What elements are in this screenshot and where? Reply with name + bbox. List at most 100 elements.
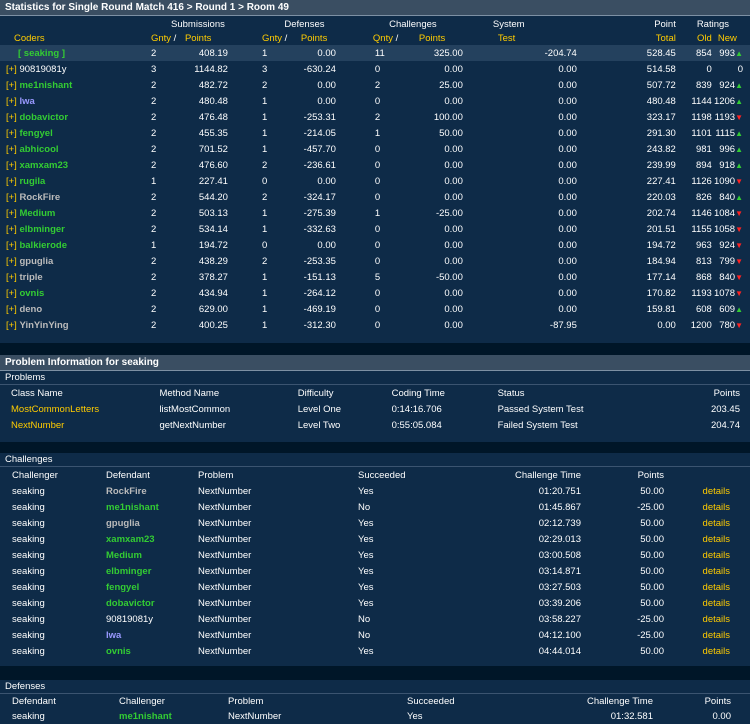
challenge-succeeded: Yes <box>358 533 374 545</box>
sub-points: 482.72 <box>198 79 228 91</box>
coder-name-link[interactable]: abhicool <box>19 144 58 155</box>
col-ch-qnty[interactable]: Qnty / <box>373 31 415 45</box>
expand-icon[interactable]: [+] <box>6 176 17 187</box>
submissions-group: Submissions <box>171 18 225 30</box>
col-ch-points[interactable]: Points <box>415 31 493 45</box>
details-link[interactable]: details <box>679 483 750 499</box>
details-link[interactable]: details <box>679 499 750 515</box>
col-system-test[interactable]: Test <box>493 31 592 45</box>
coder-name-link[interactable]: YinYinYing <box>19 320 68 331</box>
col-def-succeeded: Succeeded <box>407 696 455 707</box>
defendant-name-link[interactable]: me1nishant <box>94 499 188 515</box>
col-point-total[interactable]: Total <box>592 31 676 45</box>
ch-points: 50.00 <box>439 127 463 139</box>
expand-icon[interactable]: [+] <box>6 144 17 155</box>
def-points: -469.19 <box>303 303 336 315</box>
defendant-name-link[interactable]: gpuglia <box>94 515 188 531</box>
coder-name-link[interactable]: Medium <box>19 208 55 219</box>
coder-name-link[interactable]: deno <box>19 304 42 315</box>
ch-qnty: 0 <box>374 63 381 75</box>
problem-class-link[interactable]: MostCommonLetters <box>0 401 154 417</box>
details-link[interactable]: details <box>679 579 750 595</box>
col-rating-new[interactable]: New <box>714 31 750 45</box>
expand-icon[interactable]: [+] <box>6 112 17 123</box>
details-link[interactable]: details <box>679 515 750 531</box>
coder-name-link[interactable]: rugila <box>19 176 45 187</box>
col-coders[interactable]: Coders <box>0 31 148 45</box>
expand-icon[interactable]: [+] <box>6 128 17 139</box>
defendant-name-link[interactable]: Medium <box>94 547 188 563</box>
defenses-header-row: Defendant Challenger Problem Succeeded C… <box>0 694 750 709</box>
defendant-name-link[interactable]: lwa <box>94 627 188 643</box>
def-points: -312.30 <box>303 319 336 331</box>
expand-icon[interactable]: [+] <box>6 240 17 251</box>
problems-label: Problems <box>0 371 750 385</box>
expand-icon[interactable]: [+] <box>6 288 17 299</box>
details-link[interactable]: details <box>679 643 750 659</box>
coder-name-link[interactable]: 90819081y <box>19 64 66 75</box>
point-total: 159.81 <box>646 303 676 315</box>
coder-name-link[interactable]: RockFire <box>19 192 60 203</box>
sub-qnty: 1 <box>150 239 157 251</box>
challenge-time: 03:58.227 <box>538 613 581 625</box>
sub-qnty: 2 <box>150 287 157 299</box>
defendant-name-link[interactable]: fengyel <box>94 579 188 595</box>
coder-name-link[interactable]: lwa <box>19 96 34 107</box>
challenge-points: 50.00 <box>640 549 664 561</box>
coder-name-link[interactable]: xamxam23 <box>19 160 68 171</box>
defendant-name-link[interactable]: RockFire <box>94 483 188 499</box>
coder-name-link[interactable]: [ seaking ] <box>18 48 65 59</box>
defense-challenger-link[interactable]: me1nishant <box>107 709 215 724</box>
details-link[interactable]: details <box>679 547 750 563</box>
defendant-name-link[interactable]: elbminger <box>94 563 188 579</box>
def-points: -151.13 <box>303 271 336 283</box>
coder-name-link[interactable]: fengyel <box>19 128 52 139</box>
sub-points: 503.13 <box>198 207 228 219</box>
expand-icon[interactable]: [+] <box>6 160 17 171</box>
expand-icon[interactable]: [+] <box>6 192 17 203</box>
coder-name-link[interactable]: ovnis <box>19 288 44 299</box>
coder-name-link[interactable]: dobavictor <box>19 112 68 123</box>
col-sub-points[interactable]: Points <box>181 31 262 45</box>
expand-icon[interactable]: [+] <box>6 80 17 91</box>
expand-icon[interactable]: [+] <box>6 272 17 283</box>
expand-icon[interactable]: [+] <box>6 320 17 331</box>
col-def-qnty[interactable]: Gnty / <box>262 31 297 45</box>
coder-row: [+] triple 2 378.27 1 -151.13 5 -50.00 0.00 177.… <box>0 269 750 285</box>
coder-name-link[interactable]: gpuglia <box>19 256 53 267</box>
defendant-name-link[interactable]: 90819081y <box>94 611 188 627</box>
def-points: 0.00 <box>317 95 336 107</box>
details-link[interactable]: details <box>679 563 750 579</box>
col-rating-old[interactable]: Old <box>676 31 714 45</box>
challenges-panel: Challenges Challenger Defendant Problem … <box>0 453 750 666</box>
details-link[interactable]: details <box>679 531 750 547</box>
details-link[interactable]: details <box>679 595 750 611</box>
col-sub-qnty[interactable]: Gnty / <box>148 31 181 45</box>
expand-icon[interactable]: [+] <box>6 304 17 315</box>
coder-name-link[interactable]: triple <box>19 272 42 283</box>
coder-row: [+] fengyel 2 455.35 1 -214.05 1 50.00 0.00 291.… <box>0 125 750 141</box>
coder-name-link[interactable]: me1nishant <box>19 80 72 91</box>
details-link[interactable]: details <box>679 627 750 643</box>
expand-icon[interactable]: [+] <box>6 96 17 107</box>
challenge-succeeded: Yes <box>358 549 374 561</box>
coder-name-link[interactable]: balkierode <box>19 240 67 251</box>
coder-row: [+] 90819081y 3 1144.82 3 -630.24 0 0.00 0.00 51… <box>0 61 750 77</box>
details-link[interactable]: details <box>679 611 750 627</box>
expand-icon[interactable]: [+] <box>6 64 17 75</box>
coder-row: [+] RockFire 2 544.20 2 -324.17 0 0.00 0.00 220.… <box>0 189 750 205</box>
problem-class-link[interactable]: NextNumber <box>0 417 154 433</box>
defendant-name-link[interactable]: dobavictor <box>94 595 188 611</box>
expand-icon[interactable]: [+] <box>6 256 17 267</box>
expand-icon[interactable]: [+] <box>6 208 17 219</box>
col-def-points[interactable]: Points <box>297 31 373 45</box>
defendant-name-link[interactable]: ovnis <box>94 643 188 659</box>
def-qnty: 2 <box>261 79 268 91</box>
point-total: 323.17 <box>646 111 676 123</box>
rating-new-cell: 840▼ <box>714 269 750 285</box>
expand-icon[interactable]: [+] <box>6 224 17 235</box>
coder-name-link[interactable]: elbminger <box>19 224 64 235</box>
rating-new-cell: 1084▼ <box>714 205 750 221</box>
defendant-name-link[interactable]: xamxam23 <box>94 531 188 547</box>
problem-points: 203.45 <box>710 403 740 415</box>
